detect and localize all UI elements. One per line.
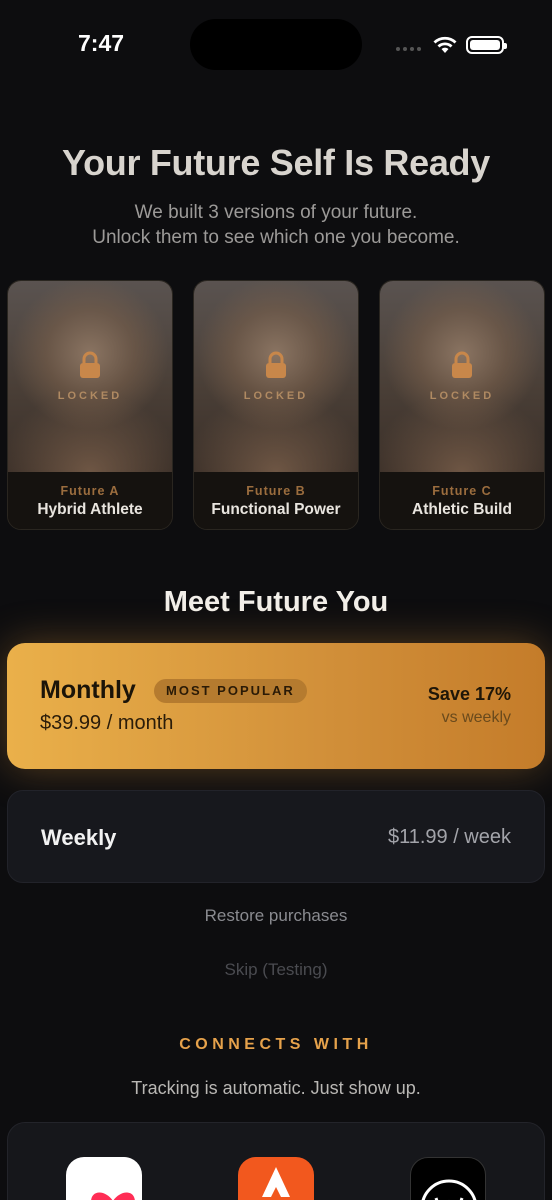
future-name: Functional Power <box>211 501 341 518</box>
wifi-icon <box>433 36 457 53</box>
future-tag: Future A <box>60 484 120 498</box>
lock-icon <box>80 351 100 378</box>
locked-label: LOCKED <box>243 390 309 402</box>
future-tag: Future C <box>432 484 492 498</box>
future-card-a[interactable]: LOCKED Future A Hybrid Athlete <box>7 280 173 530</box>
card-meta: Future C Athletic Build <box>380 472 544 529</box>
plan-price: $39.99 / month <box>40 712 174 734</box>
most-popular-badge: MOST POPULAR <box>154 679 307 703</box>
plan-monthly-option[interactable]: Monthly MOST POPULAR $39.99 / month Save… <box>7 643 545 769</box>
card-meta: Future A Hybrid Athlete <box>8 472 172 529</box>
plan-weekly-option[interactable]: Weekly $11.99 / week <box>7 790 545 883</box>
connects-heading: CONNECTS WITH <box>179 1036 373 1053</box>
future-tag: Future B <box>246 484 306 498</box>
future-cards: LOCKED Future A Hybrid Athlete LOCKED Fu… <box>7 280 547 530</box>
plan-title: Weekly <box>41 825 117 850</box>
savings-label: Save 17% <box>427 684 511 704</box>
plan-price: $11.99 / week <box>387 826 511 848</box>
plan-title: Monthly <box>40 676 136 704</box>
dynamic-island <box>190 19 362 70</box>
locked-label: LOCKED <box>57 390 123 402</box>
future-card-c[interactable]: LOCKED Future C Athletic Build <box>379 280 545 530</box>
battery-icon <box>466 36 507 54</box>
card-meta: Future B Functional Power <box>194 472 358 529</box>
subtitle-line-2: Unlock them to see which one you become. <box>92 227 460 248</box>
status-time: 7:47 <box>78 30 125 56</box>
subtitle-line-1: We built 3 versions of your future. <box>134 202 418 223</box>
signal-icon <box>396 47 421 51</box>
future-card-b[interactable]: LOCKED Future B Functional Power <box>193 280 359 530</box>
savings-note: vs weekly <box>441 709 511 726</box>
strava-icon[interactable] <box>238 1157 314 1200</box>
locked-label: LOCKED <box>429 390 495 402</box>
future-name: Hybrid Athlete <box>37 501 143 518</box>
skip-link[interactable]: Skip (Testing) <box>0 960 552 980</box>
page-subtitle: We built 3 versions of your future. Unlo… <box>0 200 552 250</box>
whoop-icon[interactable] <box>410 1157 486 1200</box>
apple-health-icon[interactable] <box>66 1157 142 1200</box>
connects-tagline: Tracking is automatic. Just show up. <box>131 1078 421 1098</box>
lock-icon <box>452 351 472 378</box>
section-title: Meet Future You <box>163 586 389 618</box>
future-name: Athletic Build <box>412 501 512 518</box>
status-bar: 7:47 <box>0 0 552 90</box>
integrations-panel <box>7 1122 545 1200</box>
restore-purchases-link[interactable]: Restore purchases <box>0 906 552 926</box>
page-title: Your Future Self Is Ready <box>62 142 490 183</box>
lock-icon <box>266 351 286 378</box>
